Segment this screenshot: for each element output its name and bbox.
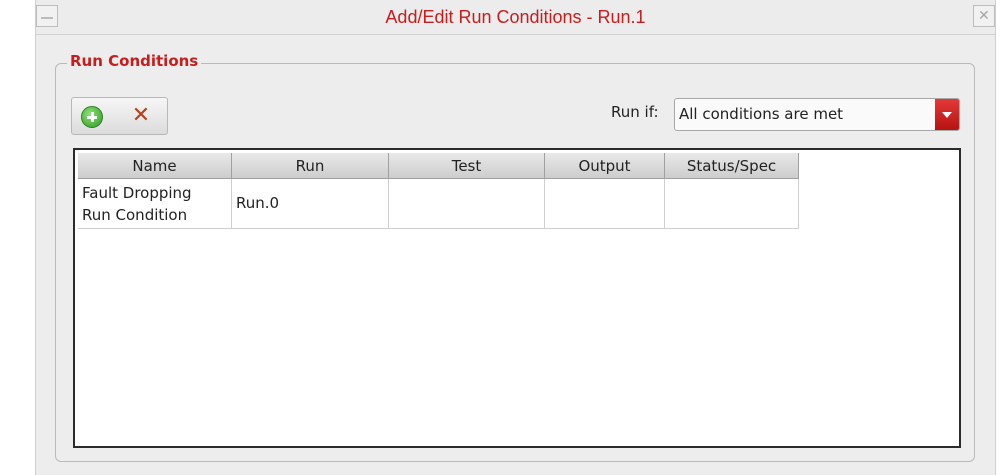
window-title: Add/Edit Run Conditions - Run.1: [385, 7, 646, 27]
table-cell-name[interactable]: Fault Dropping Run Condition: [78, 179, 232, 229]
column-header-output[interactable]: Output: [545, 153, 665, 179]
run-if-select[interactable]: All conditions are met: [674, 98, 960, 131]
group-title: Run Conditions: [67, 52, 202, 70]
column-header-test[interactable]: Test: [389, 153, 545, 179]
table-cell-test[interactable]: [389, 179, 545, 229]
table-cell-run[interactable]: Run.0: [232, 179, 389, 229]
dialog-window: Add/Edit Run Conditions - Run.1 ✕ Run Co…: [35, 0, 996, 475]
toolbar: ✕: [71, 97, 168, 135]
run-if-value: All conditions are met: [679, 105, 844, 123]
conditions-table: Name Run Test Output Status/Spec Fault D…: [73, 148, 961, 448]
close-icon: ✕: [978, 8, 990, 24]
condition-name-line2: Run Condition: [82, 206, 188, 224]
condition-name-line1: Fault Dropping: [82, 184, 192, 202]
table-cell-output[interactable]: [545, 179, 665, 229]
column-header-run[interactable]: Run: [232, 153, 389, 179]
delete-icon[interactable]: ✕: [129, 104, 153, 128]
title-bar: Add/Edit Run Conditions - Run.1 ✕: [36, 0, 995, 35]
chevron-down-icon[interactable]: [935, 99, 959, 130]
run-value: Run.0: [236, 194, 280, 212]
column-header-name[interactable]: Name: [78, 153, 232, 179]
column-header-status-spec[interactable]: Status/Spec: [665, 153, 799, 179]
close-button[interactable]: ✕: [973, 5, 995, 27]
add-icon[interactable]: [81, 106, 103, 128]
table-cell-status-spec[interactable]: [665, 179, 799, 229]
run-if-label: Run if:: [611, 103, 659, 121]
